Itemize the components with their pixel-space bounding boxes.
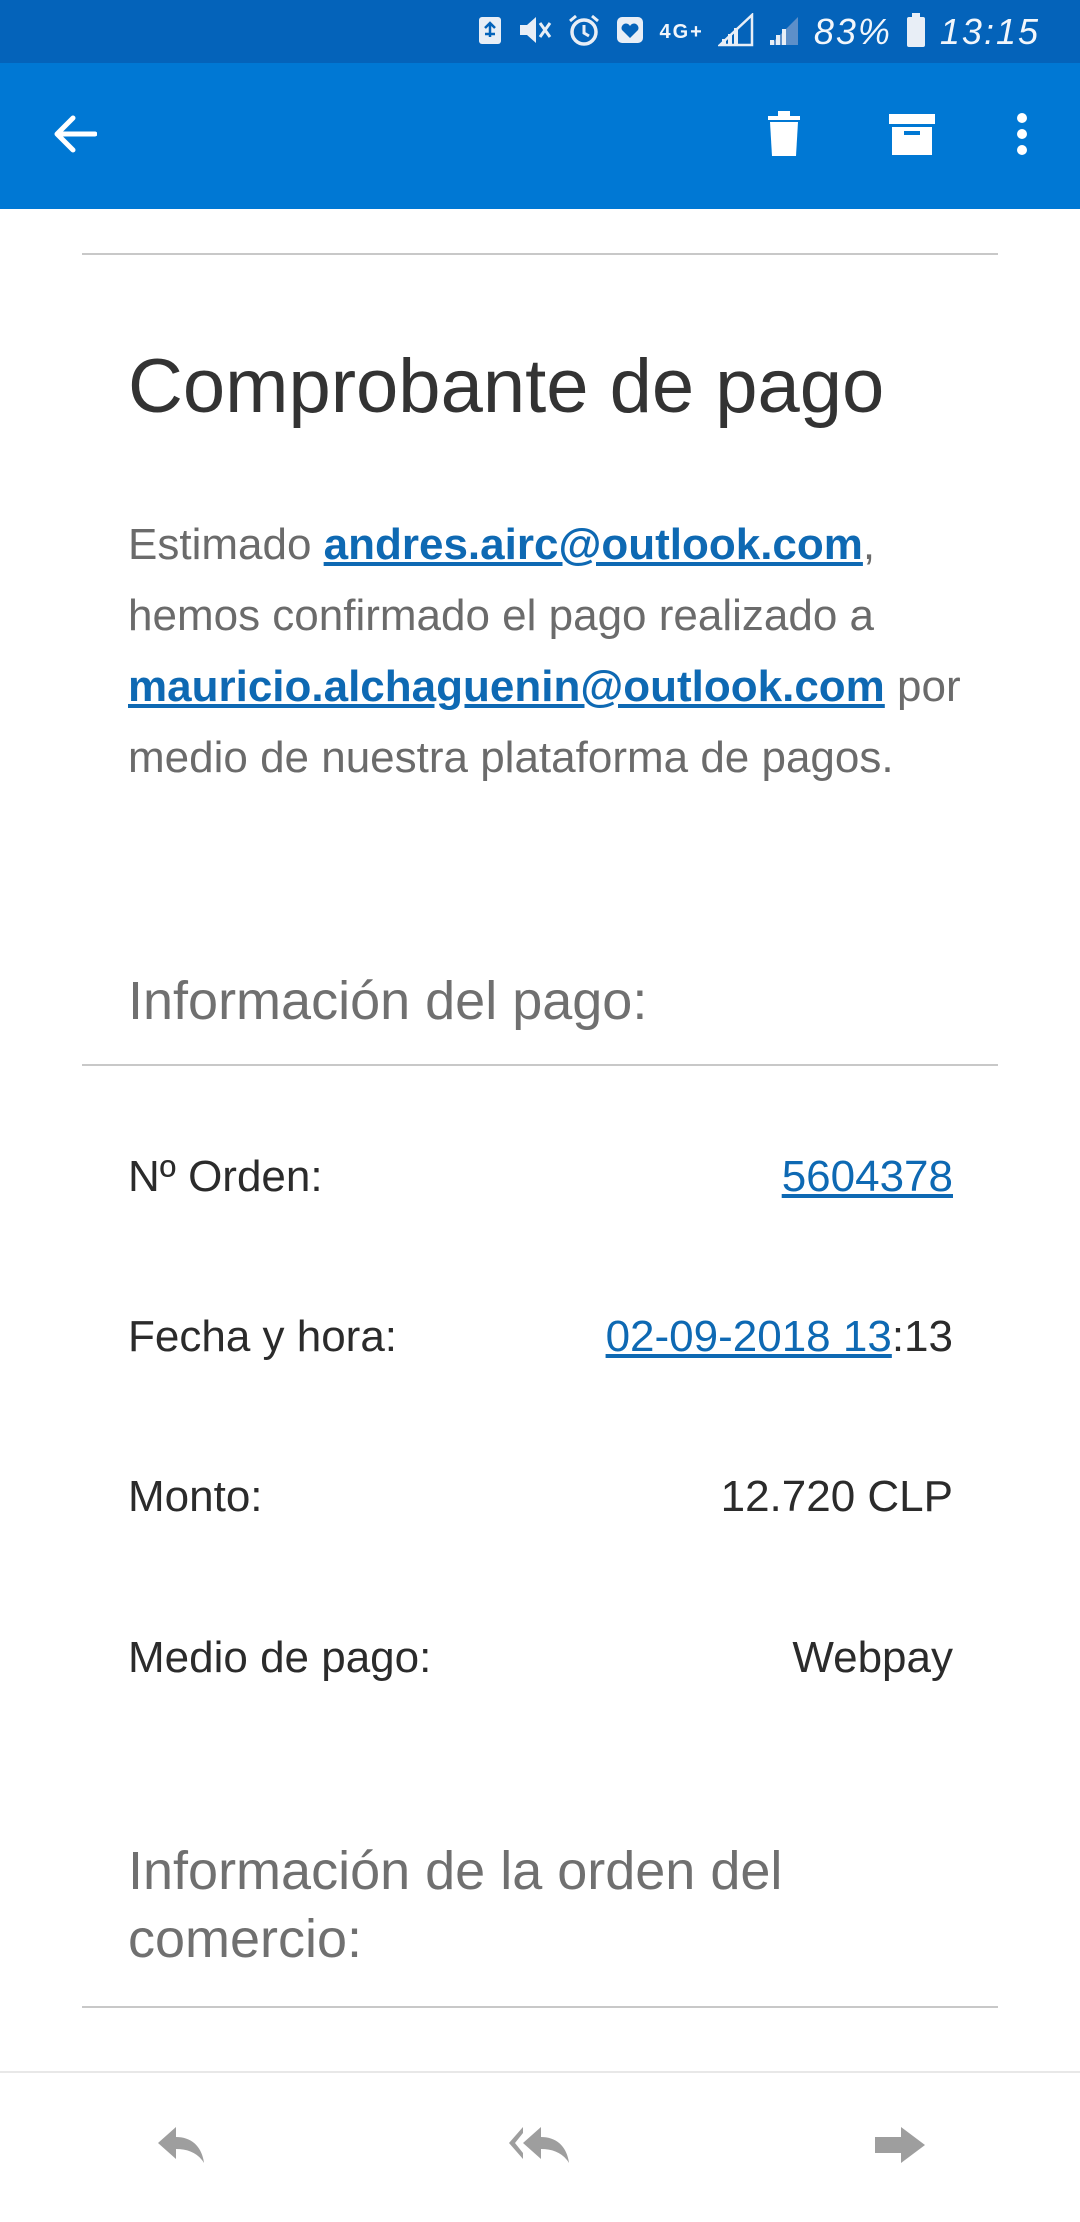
email-body[interactable]: Comprobante de pago Estimado andres.airc… xyxy=(0,209,1080,2071)
trash-icon xyxy=(766,110,802,163)
reply-all-button[interactable] xyxy=(470,2073,610,2222)
delete-button[interactable] xyxy=(734,63,834,209)
status-bar: 4G+ 83% 13:15 xyxy=(0,0,1080,63)
more-options-button[interactable] xyxy=(972,63,1072,209)
order-number-value: 5604378 xyxy=(782,1152,953,1202)
order-info-divider xyxy=(82,2006,998,2008)
battery-icon xyxy=(906,12,926,53)
reply-icon xyxy=(154,2123,206,2172)
reply-button[interactable] xyxy=(110,2073,250,2222)
date-time-link[interactable]: 02-09-2018 13 xyxy=(606,1312,892,1361)
forward-icon xyxy=(873,2125,927,2170)
payment-info-heading: Información del pago: xyxy=(128,971,648,1031)
alarm-icon xyxy=(567,13,601,52)
app-bar xyxy=(0,63,1080,209)
order-number-label: Nº Orden: xyxy=(128,1152,323,1201)
payment-info-divider xyxy=(82,1064,998,1066)
forward-button[interactable] xyxy=(830,2073,970,2222)
date-time-suffix: :13 xyxy=(891,1312,953,1361)
sender-email-link[interactable]: andres.airc@outlook.com xyxy=(324,520,863,569)
battery-percent: 83% xyxy=(813,11,892,52)
intro-greeting: Estimado xyxy=(128,520,324,569)
recipient-email-link[interactable]: mauricio.alchaguenin@outlook.com xyxy=(128,662,885,711)
payment-method-value: Webpay xyxy=(792,1633,953,1682)
top-divider xyxy=(82,253,998,255)
network-type-label: 4G+ xyxy=(659,20,704,43)
date-time-label: Fecha y hora: xyxy=(128,1312,398,1361)
intro-comma: , xyxy=(862,520,876,569)
payment-method-row: Medio de pago: Webpay xyxy=(128,1628,953,1688)
date-time-row: Fecha y hora: 02-09-2018 13:13 xyxy=(128,1307,953,1367)
back-button[interactable] xyxy=(24,63,124,209)
bottom-action-bar xyxy=(0,2071,1080,2222)
reply-all-icon xyxy=(507,2123,573,2172)
payment-method-label: Medio de pago: xyxy=(128,1633,432,1682)
status-icons: 4G+ 83% 13:15 xyxy=(477,10,1040,54)
health-icon xyxy=(615,15,645,50)
signal-icon xyxy=(716,11,754,52)
intro-paragraph: Estimado andres.airc@outlook.com, hemos … xyxy=(128,509,978,793)
amount-row: Monto: 12.720 CLP xyxy=(128,1467,953,1527)
order-number-row: Nº Orden: 5604378 xyxy=(128,1147,953,1207)
intro-middle: hemos confirmado el pago realizado a xyxy=(128,591,875,640)
amount-value: 12.720 CLP xyxy=(720,1472,953,1521)
date-time-value: 02-09-2018 13:13 xyxy=(606,1312,953,1362)
clock: 13:15 xyxy=(939,11,1040,52)
order-number-link[interactable]: 5604378 xyxy=(782,1152,953,1201)
mute-icon xyxy=(517,14,553,51)
order-info-heading: Información de la orden del comercio: xyxy=(128,1841,783,1969)
archive-button[interactable] xyxy=(862,63,962,209)
signal-icon-secondary xyxy=(768,13,800,52)
recycle-icon xyxy=(477,14,503,51)
email-title: Comprobante de pago xyxy=(128,344,885,429)
archive-icon xyxy=(888,112,936,161)
back-arrow-icon xyxy=(51,114,98,159)
amount-label: Monto: xyxy=(128,1472,263,1521)
more-vertical-icon xyxy=(1016,112,1028,161)
